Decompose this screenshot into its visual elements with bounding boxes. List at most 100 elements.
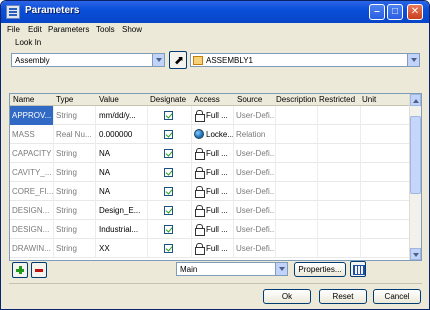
- cell-name[interactable]: CAVITY_...: [10, 163, 54, 182]
- look-in-type-select[interactable]: Assembly: [11, 53, 165, 67]
- column-header-type[interactable]: Type: [56, 95, 73, 104]
- cell-description[interactable]: [276, 201, 318, 220]
- vertical-scrollbar[interactable]: [409, 94, 421, 260]
- cell-unit[interactable]: [361, 163, 410, 182]
- cell-value[interactable]: Design_E...: [96, 201, 148, 220]
- cell-type[interactable]: String: [54, 106, 96, 125]
- designate-checkbox[interactable]: [164, 187, 173, 196]
- close-button[interactable]: ✕: [407, 4, 423, 20]
- column-header-designate[interactable]: Designate: [150, 95, 186, 104]
- designate-checkbox[interactable]: [164, 225, 173, 234]
- title-bar[interactable]: Parameters – □ ✕: [1, 1, 429, 23]
- cell-source[interactable]: User-Defi...: [234, 220, 276, 239]
- cell-unit[interactable]: [361, 201, 410, 220]
- column-header-name[interactable]: Name: [13, 95, 34, 104]
- chevron-down-icon[interactable]: [152, 54, 164, 66]
- designate-checkbox[interactable]: [164, 168, 173, 177]
- cell-type[interactable]: String: [54, 239, 96, 258]
- cell-unit[interactable]: [361, 144, 410, 163]
- ok-button[interactable]: Ok: [263, 289, 311, 304]
- columns-icon[interactable]: [350, 261, 366, 277]
- cell-source[interactable]: User-Defi...: [234, 201, 276, 220]
- cell-access[interactable]: Full ...: [192, 106, 234, 125]
- cell-name[interactable]: APPROV...: [10, 106, 54, 125]
- menu-tools[interactable]: Tools: [96, 25, 115, 34]
- cell-description[interactable]: [276, 220, 318, 239]
- filter-select[interactable]: Main: [176, 262, 288, 276]
- menu-edit[interactable]: Edit: [28, 25, 42, 34]
- designate-checkbox[interactable]: [164, 130, 173, 139]
- designate-checkbox[interactable]: [164, 244, 173, 253]
- scroll-down-icon[interactable]: [410, 248, 421, 260]
- cell-value[interactable]: 0.000000: [96, 125, 148, 144]
- cell-source[interactable]: Relation: [234, 125, 276, 144]
- cell-value[interactable]: XX: [96, 239, 148, 258]
- cell-description[interactable]: [276, 144, 318, 163]
- cell-name[interactable]: MASS: [10, 125, 54, 144]
- cell-type[interactable]: String: [54, 182, 96, 201]
- column-header-access[interactable]: Access: [194, 95, 220, 104]
- cell-unit[interactable]: [361, 106, 410, 125]
- designate-checkbox[interactable]: [164, 149, 173, 158]
- column-header-unit[interactable]: Unit: [362, 95, 376, 104]
- table-row[interactable]: CAPACITY String NA Full ... User-Defi...: [10, 144, 410, 163]
- cell-restricted[interactable]: [318, 106, 361, 125]
- chevron-down-icon[interactable]: [407, 54, 419, 66]
- designate-checkbox[interactable]: [164, 206, 173, 215]
- table-row[interactable]: CORE_FI... String NA Full ... User-Defi...: [10, 182, 410, 201]
- properties-button[interactable]: Properties...: [294, 262, 346, 277]
- cell-access[interactable]: Full ...: [192, 144, 234, 163]
- column-header-source[interactable]: Source: [237, 95, 262, 104]
- cell-restricted[interactable]: [318, 220, 361, 239]
- column-header-value[interactable]: Value: [99, 95, 119, 104]
- cell-source[interactable]: User-Defi...: [234, 239, 276, 258]
- cell-type[interactable]: String: [54, 163, 96, 182]
- column-header-restricted[interactable]: Restricted: [319, 95, 355, 104]
- cell-access[interactable]: Full ...: [192, 201, 234, 220]
- cell-value[interactable]: NA: [96, 163, 148, 182]
- menu-parameters[interactable]: Parameters: [48, 25, 89, 34]
- reset-button[interactable]: Reset: [319, 289, 367, 304]
- cell-description[interactable]: [276, 239, 318, 258]
- add-parameter-button[interactable]: [12, 262, 28, 278]
- cell-name[interactable]: DRAWIN...: [10, 239, 54, 258]
- look-in-object-select[interactable]: ASSEMBLY1: [190, 53, 420, 67]
- column-header-description[interactable]: Description: [276, 95, 316, 104]
- maximize-button[interactable]: □: [387, 4, 403, 20]
- cell-restricted[interactable]: [318, 144, 361, 163]
- cell-access[interactable]: Full ...: [192, 163, 234, 182]
- cell-value[interactable]: Industrial...: [96, 220, 148, 239]
- cell-value[interactable]: mm/dd/y...: [96, 106, 148, 125]
- cell-source[interactable]: User-Defi...: [234, 144, 276, 163]
- cell-value[interactable]: NA: [96, 144, 148, 163]
- table-row[interactable]: DRAWIN... String XX Full ... User-Defi...: [10, 239, 410, 258]
- cell-name[interactable]: DESIGN...: [10, 201, 54, 220]
- cell-access[interactable]: Full ...: [192, 182, 234, 201]
- cell-source[interactable]: User-Defi...: [234, 106, 276, 125]
- scroll-up-icon[interactable]: [410, 94, 421, 106]
- cell-restricted[interactable]: [318, 182, 361, 201]
- cell-unit[interactable]: [361, 220, 410, 239]
- cancel-button[interactable]: Cancel: [373, 289, 421, 304]
- table-row[interactable]: MASS Real Nu... 0.000000 Locke... Relation: [10, 125, 410, 144]
- designate-checkbox[interactable]: [164, 111, 173, 120]
- cell-unit[interactable]: [361, 239, 410, 258]
- cell-restricted[interactable]: [318, 201, 361, 220]
- menu-show[interactable]: Show: [122, 25, 142, 34]
- cell-name[interactable]: CAPACITY: [10, 144, 54, 163]
- cell-source[interactable]: User-Defi...: [234, 182, 276, 201]
- cell-description[interactable]: [276, 163, 318, 182]
- menu-file[interactable]: File: [7, 25, 20, 34]
- table-row[interactable]: CAVITY_... String NA Full ... User-Defi...: [10, 163, 410, 182]
- remove-parameter-button[interactable]: [31, 262, 47, 278]
- minimize-button[interactable]: –: [369, 4, 385, 20]
- cell-description[interactable]: [276, 182, 318, 201]
- cell-unit[interactable]: [361, 125, 410, 144]
- cell-access[interactable]: Full ...: [192, 220, 234, 239]
- cell-value[interactable]: NA: [96, 182, 148, 201]
- cell-unit[interactable]: [361, 182, 410, 201]
- cell-access[interactable]: Full ...: [192, 239, 234, 258]
- cell-access[interactable]: Locke...: [192, 125, 234, 144]
- cell-restricted[interactable]: [318, 125, 361, 144]
- table-row[interactable]: APPROV... String mm/dd/y... Full ... User-De…: [10, 106, 410, 125]
